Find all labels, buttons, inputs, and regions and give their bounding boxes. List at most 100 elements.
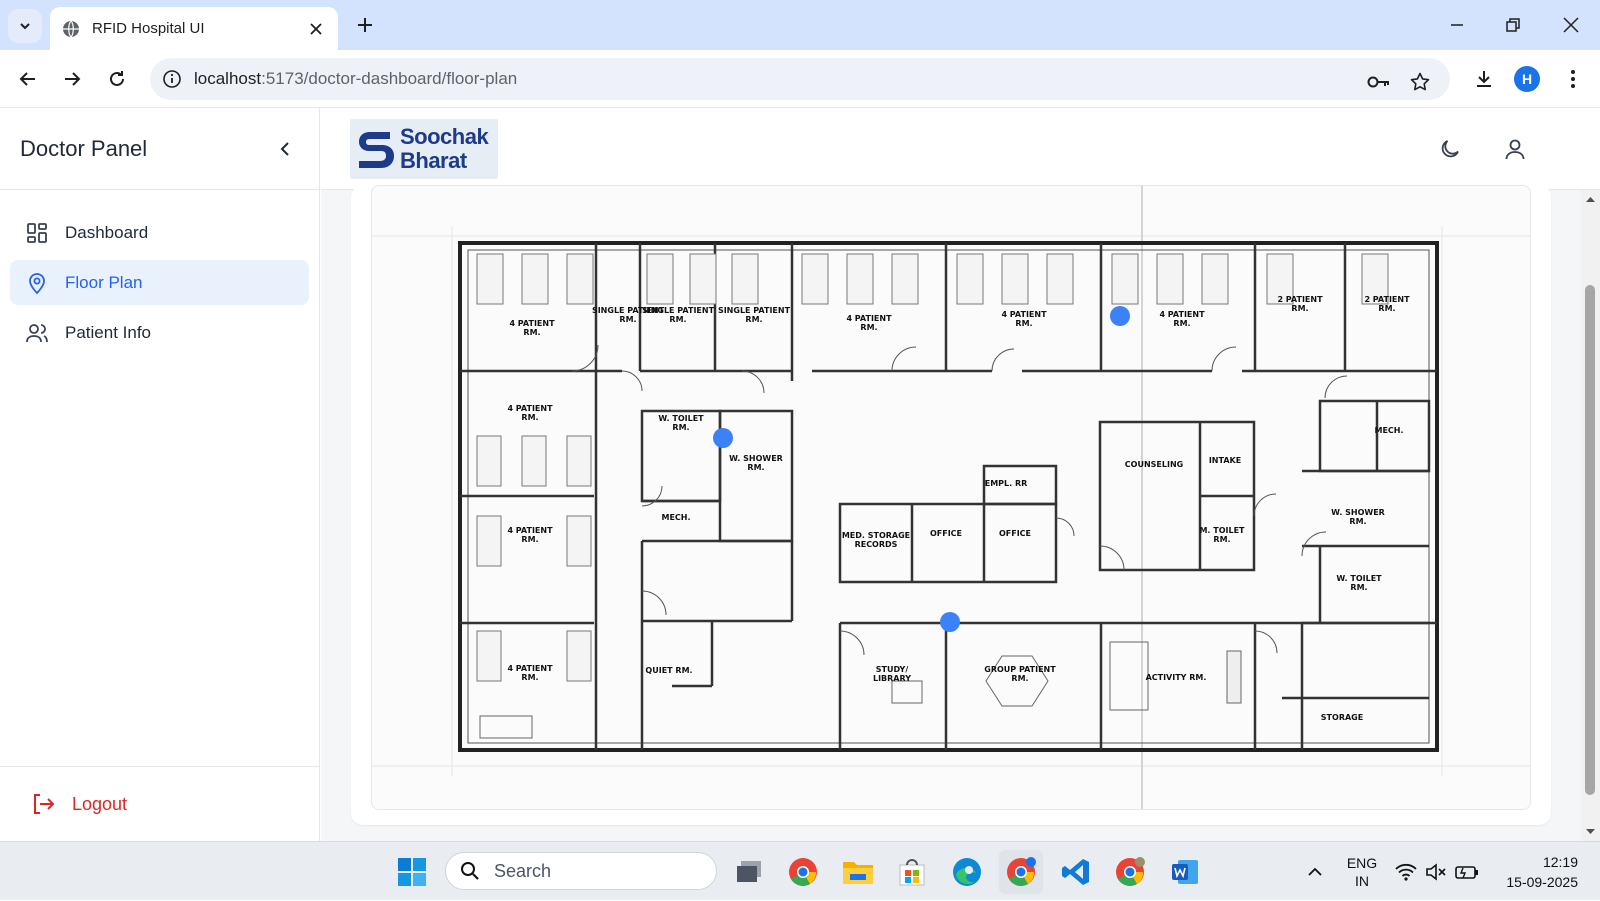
room-label: OFFICE <box>930 529 962 538</box>
password-key-button[interactable] <box>1364 67 1394 97</box>
taskbar-word[interactable] <box>1163 850 1207 894</box>
bed <box>1046 253 1074 305</box>
downloads-button[interactable] <box>1468 63 1500 95</box>
sidebar-collapse-button[interactable] <box>271 135 299 163</box>
arrow-left-icon <box>19 72 35 86</box>
rfid-location-marker[interactable] <box>713 428 733 448</box>
taskbar-chrome-profile[interactable] <box>999 850 1043 894</box>
sidebar-item-dashboard[interactable]: Dashboard <box>10 210 309 255</box>
minimize-icon <box>1451 24 1463 26</box>
edge-icon <box>953 858 981 886</box>
taskbar-file-explorer[interactable] <box>836 850 880 894</box>
url-text[interactable]: localhost:5173/doctor-dashboard/floor-pl… <box>194 69 517 89</box>
wifi-status[interactable] <box>1394 842 1418 901</box>
bed <box>566 515 592 567</box>
bed <box>1111 253 1139 305</box>
user-profile-button[interactable] <box>1498 132 1532 166</box>
tab-search-dropdown[interactable] <box>8 9 42 43</box>
map-pin-icon <box>29 272 45 294</box>
scroll-up-icon <box>1586 197 1595 202</box>
new-tab-button[interactable] <box>350 10 380 40</box>
battery-status[interactable] <box>1454 842 1480 901</box>
scrollbar-thumb[interactable] <box>1585 285 1595 795</box>
taskbar-search[interactable]: Search <box>445 852 717 890</box>
brand-logo[interactable]: Soochak Bharat <box>350 119 498 179</box>
bed <box>1001 253 1029 305</box>
room-label: QUIET RM. <box>645 666 692 675</box>
tray-overflow-button[interactable] <box>1300 842 1330 901</box>
chrome-icon <box>1116 857 1145 886</box>
browser-menu-button[interactable] <box>1557 63 1589 95</box>
start-button[interactable] <box>390 850 434 894</box>
browser-toolbar: localhost:5173/doctor-dashboard/floor-pl… <box>0 50 1600 108</box>
bed <box>891 253 919 305</box>
sidebar-item-floor-plan[interactable]: Floor Plan <box>10 260 309 305</box>
logout-label: Logout <box>72 793 128 814</box>
reload-button[interactable] <box>101 63 133 95</box>
tab-title: RFID Hospital UI <box>92 20 205 37</box>
profile-avatar[interactable]: H <box>1514 66 1540 92</box>
bed <box>566 630 592 682</box>
room-label: 4 PATIENT RM. <box>1159 310 1205 328</box>
close-window-button[interactable] <box>1549 8 1593 42</box>
forward-button[interactable] <box>56 63 88 95</box>
taskbar-clock[interactable]: 12:19 15-09-2025 <box>1494 852 1578 892</box>
taskbar-vscode[interactable] <box>1054 850 1098 894</box>
sidebar-item-patient-info[interactable]: Patient Info <box>10 310 309 355</box>
volume-status[interactable] <box>1424 842 1448 901</box>
rfid-location-marker[interactable] <box>940 612 960 632</box>
arrow-right-icon <box>65 72 81 86</box>
room-label: 4 PATIENT RM. <box>507 664 553 682</box>
room-label: EMPL. RR <box>985 479 1028 488</box>
windows-taskbar: Search ENG IN 12:19 15-09-2025 <box>0 841 1600 900</box>
grid-icon <box>27 222 47 243</box>
restore-icon <box>1506 18 1520 32</box>
url-path: :5173/doctor-dashboard/floor-plan <box>261 69 518 88</box>
url-host: localhost <box>194 69 262 88</box>
language-indicator[interactable]: ENG IN <box>1342 842 1382 901</box>
page-scrollbar[interactable] <box>1581 190 1600 841</box>
floor-plan-viewer[interactable]: 4 PATIENT RM. SINGLE PATIENT RM. SINGLE PATI… <box>371 185 1531 810</box>
address-bar[interactable]: localhost:5173/doctor-dashboard/floor-pl… <box>150 58 1450 100</box>
logout-button[interactable]: Logout <box>0 766 320 841</box>
restore-button[interactable] <box>1491 8 1535 42</box>
download-icon <box>1477 71 1491 87</box>
bed <box>566 435 592 487</box>
close-icon <box>1563 17 1579 33</box>
bed <box>521 435 547 487</box>
bed <box>476 515 502 567</box>
tab-close-button[interactable] <box>302 15 330 43</box>
back-button[interactable] <box>12 63 44 95</box>
scroll-down-icon <box>1586 829 1595 834</box>
sidebar-item-label: Patient Info <box>65 322 152 342</box>
taskbar-store[interactable] <box>890 850 934 894</box>
logo-text: Soochak Bharat <box>400 125 489 173</box>
volume-mute-icon <box>1426 862 1446 881</box>
lang-line2: IN <box>1355 872 1369 889</box>
theme-toggle-button[interactable] <box>1433 132 1467 166</box>
taskbar-chrome-other[interactable] <box>1108 850 1152 894</box>
taskbar-edge[interactable] <box>945 850 989 894</box>
sidebar-nav: Dashboard Floor Plan Patient Info <box>0 190 319 355</box>
bed <box>476 253 504 305</box>
rfid-location-marker[interactable] <box>1110 306 1130 326</box>
reload-icon <box>110 71 124 86</box>
sidebar-title: Doctor Panel <box>20 135 148 161</box>
task-view-button[interactable] <box>727 850 771 894</box>
main-content: 4 PATIENT RM. SINGLE PATIENT RM. SINGLE PATI… <box>321 185 1581 841</box>
search-placeholder: Search <box>494 860 552 881</box>
sidebar-header: Doctor Panel <box>0 108 319 190</box>
site-info-icon[interactable] <box>162 69 182 89</box>
search-icon <box>461 862 479 880</box>
battery-icon <box>1455 865 1478 879</box>
browser-tab-active[interactable]: RFID Hospital UI <box>50 7 338 50</box>
taskbar-chrome[interactable] <box>781 850 825 894</box>
room-label: SINGLE PATIENT RM. <box>718 306 791 324</box>
bed <box>476 630 502 682</box>
minimize-button[interactable] <box>1435 8 1479 42</box>
bookmark-button[interactable] <box>1405 67 1435 97</box>
store-icon <box>899 859 925 886</box>
room-label: MECH. <box>1374 426 1403 435</box>
bed <box>689 253 717 305</box>
room-label: 4 PATIENT RM. <box>507 526 553 544</box>
